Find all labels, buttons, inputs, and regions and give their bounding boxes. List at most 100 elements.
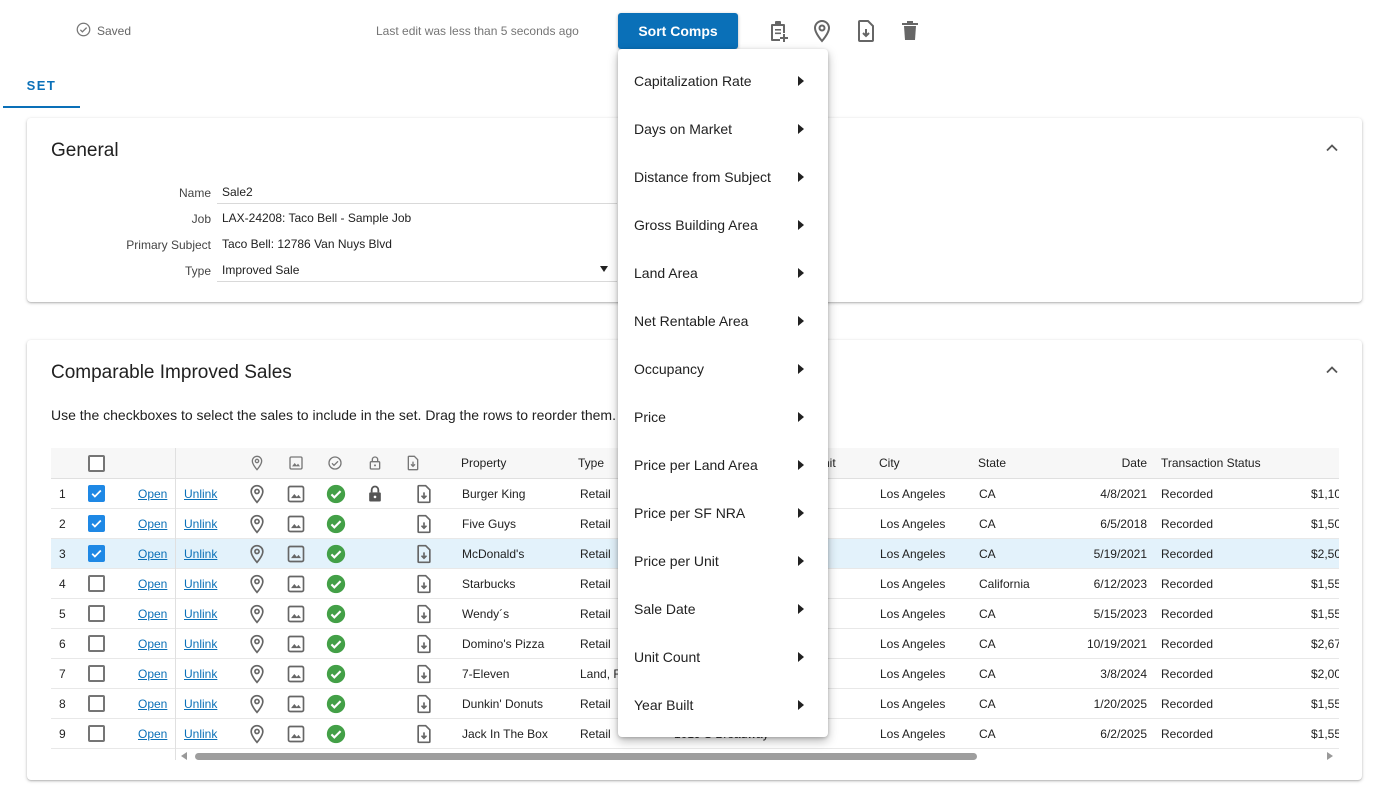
- image-icon[interactable]: [286, 569, 306, 598]
- row-checkbox[interactable]: [88, 539, 105, 568]
- map-pin-icon[interactable]: [810, 19, 834, 43]
- unlink-link[interactable]: Unlink: [184, 659, 217, 688]
- unlink-link[interactable]: Unlink: [184, 539, 217, 568]
- image-icon[interactable]: [286, 599, 306, 628]
- unlink-link[interactable]: Unlink: [184, 509, 217, 538]
- map-pin-icon[interactable]: [247, 719, 267, 748]
- file-download-icon[interactable]: [854, 19, 878, 43]
- header-state[interactable]: State: [978, 448, 1006, 478]
- file-download-icon[interactable]: [414, 599, 434, 628]
- menu-item-net-rentable-area[interactable]: Net Rentable Area: [618, 297, 828, 345]
- menu-item-price-per-land-area[interactable]: Price per Land Area: [618, 441, 828, 489]
- menu-item-capitalization-rate[interactable]: Capitalization Rate: [618, 57, 828, 105]
- scroll-right-icon[interactable]: [1327, 752, 1333, 760]
- map-pin-icon[interactable]: [247, 569, 267, 598]
- name-field[interactable]: Sale2: [217, 180, 617, 204]
- cell-property: Domino's Pizza: [462, 636, 545, 651]
- image-icon[interactable]: [286, 539, 306, 568]
- menu-item-label: Price per SF NRA: [634, 505, 746, 521]
- file-download-icon[interactable]: [414, 509, 434, 538]
- row-checkbox[interactable]: [88, 509, 105, 538]
- unlink-link[interactable]: Unlink: [184, 599, 217, 628]
- row-checkbox[interactable]: [88, 689, 105, 718]
- image-icon[interactable]: [286, 629, 306, 658]
- general-title: General: [51, 140, 119, 161]
- menu-item-sale-date[interactable]: Sale Date: [618, 585, 828, 633]
- map-pin-icon[interactable]: [247, 479, 267, 508]
- image-icon[interactable]: [286, 689, 306, 718]
- open-link[interactable]: Open: [138, 719, 167, 748]
- open-link[interactable]: Open: [138, 689, 167, 718]
- header-date[interactable]: Date: [1091, 448, 1147, 478]
- unlink-link[interactable]: Unlink: [184, 689, 217, 718]
- trash-icon[interactable]: [898, 19, 922, 43]
- clipboard-add-icon[interactable]: [766, 19, 790, 43]
- menu-item-price[interactable]: Price: [618, 393, 828, 441]
- header-city[interactable]: City: [879, 448, 900, 478]
- cell-property: Wendy´s: [462, 606, 510, 621]
- type-select[interactable]: Improved Sale: [217, 258, 617, 282]
- cell-state: CA: [979, 696, 996, 711]
- header-transaction-status[interactable]: Transaction Status: [1161, 448, 1261, 478]
- open-link[interactable]: Open: [138, 509, 167, 538]
- unlink-link[interactable]: Unlink: [184, 569, 217, 598]
- sort-comps-button[interactable]: Sort Comps: [618, 13, 738, 49]
- file-download-icon[interactable]: [414, 569, 434, 598]
- unlink-link[interactable]: Unlink: [184, 719, 217, 748]
- open-link[interactable]: Open: [138, 569, 167, 598]
- row-checkbox[interactable]: [88, 659, 105, 688]
- menu-item-year-built[interactable]: Year Built: [618, 681, 828, 729]
- image-icon[interactable]: [286, 719, 306, 748]
- map-pin-icon[interactable]: [247, 659, 267, 688]
- open-link[interactable]: Open: [138, 629, 167, 658]
- file-download-icon[interactable]: [414, 479, 434, 508]
- cell-property: Starbucks: [462, 576, 516, 591]
- menu-item-price-per-unit[interactable]: Price per Unit: [618, 537, 828, 585]
- menu-item-price-per-sf-nra[interactable]: Price per SF NRA: [618, 489, 828, 537]
- row-checkbox[interactable]: [88, 479, 105, 508]
- unlink-link[interactable]: Unlink: [184, 479, 217, 508]
- file-download-icon[interactable]: [414, 629, 434, 658]
- scrollbar-thumb[interactable]: [195, 753, 977, 760]
- row-checkbox[interactable]: [88, 599, 105, 628]
- file-download-icon[interactable]: [414, 689, 434, 718]
- verified-check-icon: [326, 659, 346, 688]
- menu-item-days-on-market[interactable]: Days on Market: [618, 105, 828, 153]
- chevron-up-icon[interactable]: [1322, 138, 1342, 158]
- open-link[interactable]: Open: [138, 479, 167, 508]
- menu-item-label: Land Area: [634, 265, 698, 281]
- file-download-icon[interactable]: [414, 539, 434, 568]
- menu-item-distance-from-subject[interactable]: Distance from Subject: [618, 153, 828, 201]
- row-number: 1: [59, 486, 66, 501]
- menu-item-unit-count[interactable]: Unit Count: [618, 633, 828, 681]
- row-checkbox[interactable]: [88, 569, 105, 598]
- header-property[interactable]: Property: [461, 448, 506, 478]
- tab-set[interactable]: SET: [3, 64, 80, 108]
- menu-item-occupancy[interactable]: Occupancy: [618, 345, 828, 393]
- row-checkbox[interactable]: [88, 719, 105, 748]
- unlink-link[interactable]: Unlink: [184, 629, 217, 658]
- chevron-up-icon[interactable]: [1322, 360, 1342, 380]
- map-pin-icon[interactable]: [247, 629, 267, 658]
- open-link[interactable]: Open: [138, 599, 167, 628]
- map-pin-icon[interactable]: [247, 689, 267, 718]
- open-link[interactable]: Open: [138, 659, 167, 688]
- image-icon[interactable]: [286, 509, 306, 538]
- map-pin-icon[interactable]: [247, 539, 267, 568]
- image-icon: [288, 448, 304, 478]
- scroll-left-icon[interactable]: [181, 752, 187, 760]
- cell-date: 4/8/2021: [1100, 486, 1147, 501]
- menu-item-land-area[interactable]: Land Area: [618, 249, 828, 297]
- map-pin-icon[interactable]: [247, 509, 267, 538]
- row-checkbox[interactable]: [88, 629, 105, 658]
- image-icon[interactable]: [286, 479, 306, 508]
- image-icon[interactable]: [286, 659, 306, 688]
- map-pin-icon[interactable]: [247, 599, 267, 628]
- open-link[interactable]: Open: [138, 539, 167, 568]
- file-download-icon[interactable]: [414, 719, 434, 748]
- select-all-checkbox[interactable]: [88, 448, 105, 478]
- header-type[interactable]: Type: [578, 448, 604, 478]
- file-download-icon[interactable]: [414, 659, 434, 688]
- horizontal-scrollbar[interactable]: [177, 750, 1337, 762]
- menu-item-gross-building-area[interactable]: Gross Building Area: [618, 201, 828, 249]
